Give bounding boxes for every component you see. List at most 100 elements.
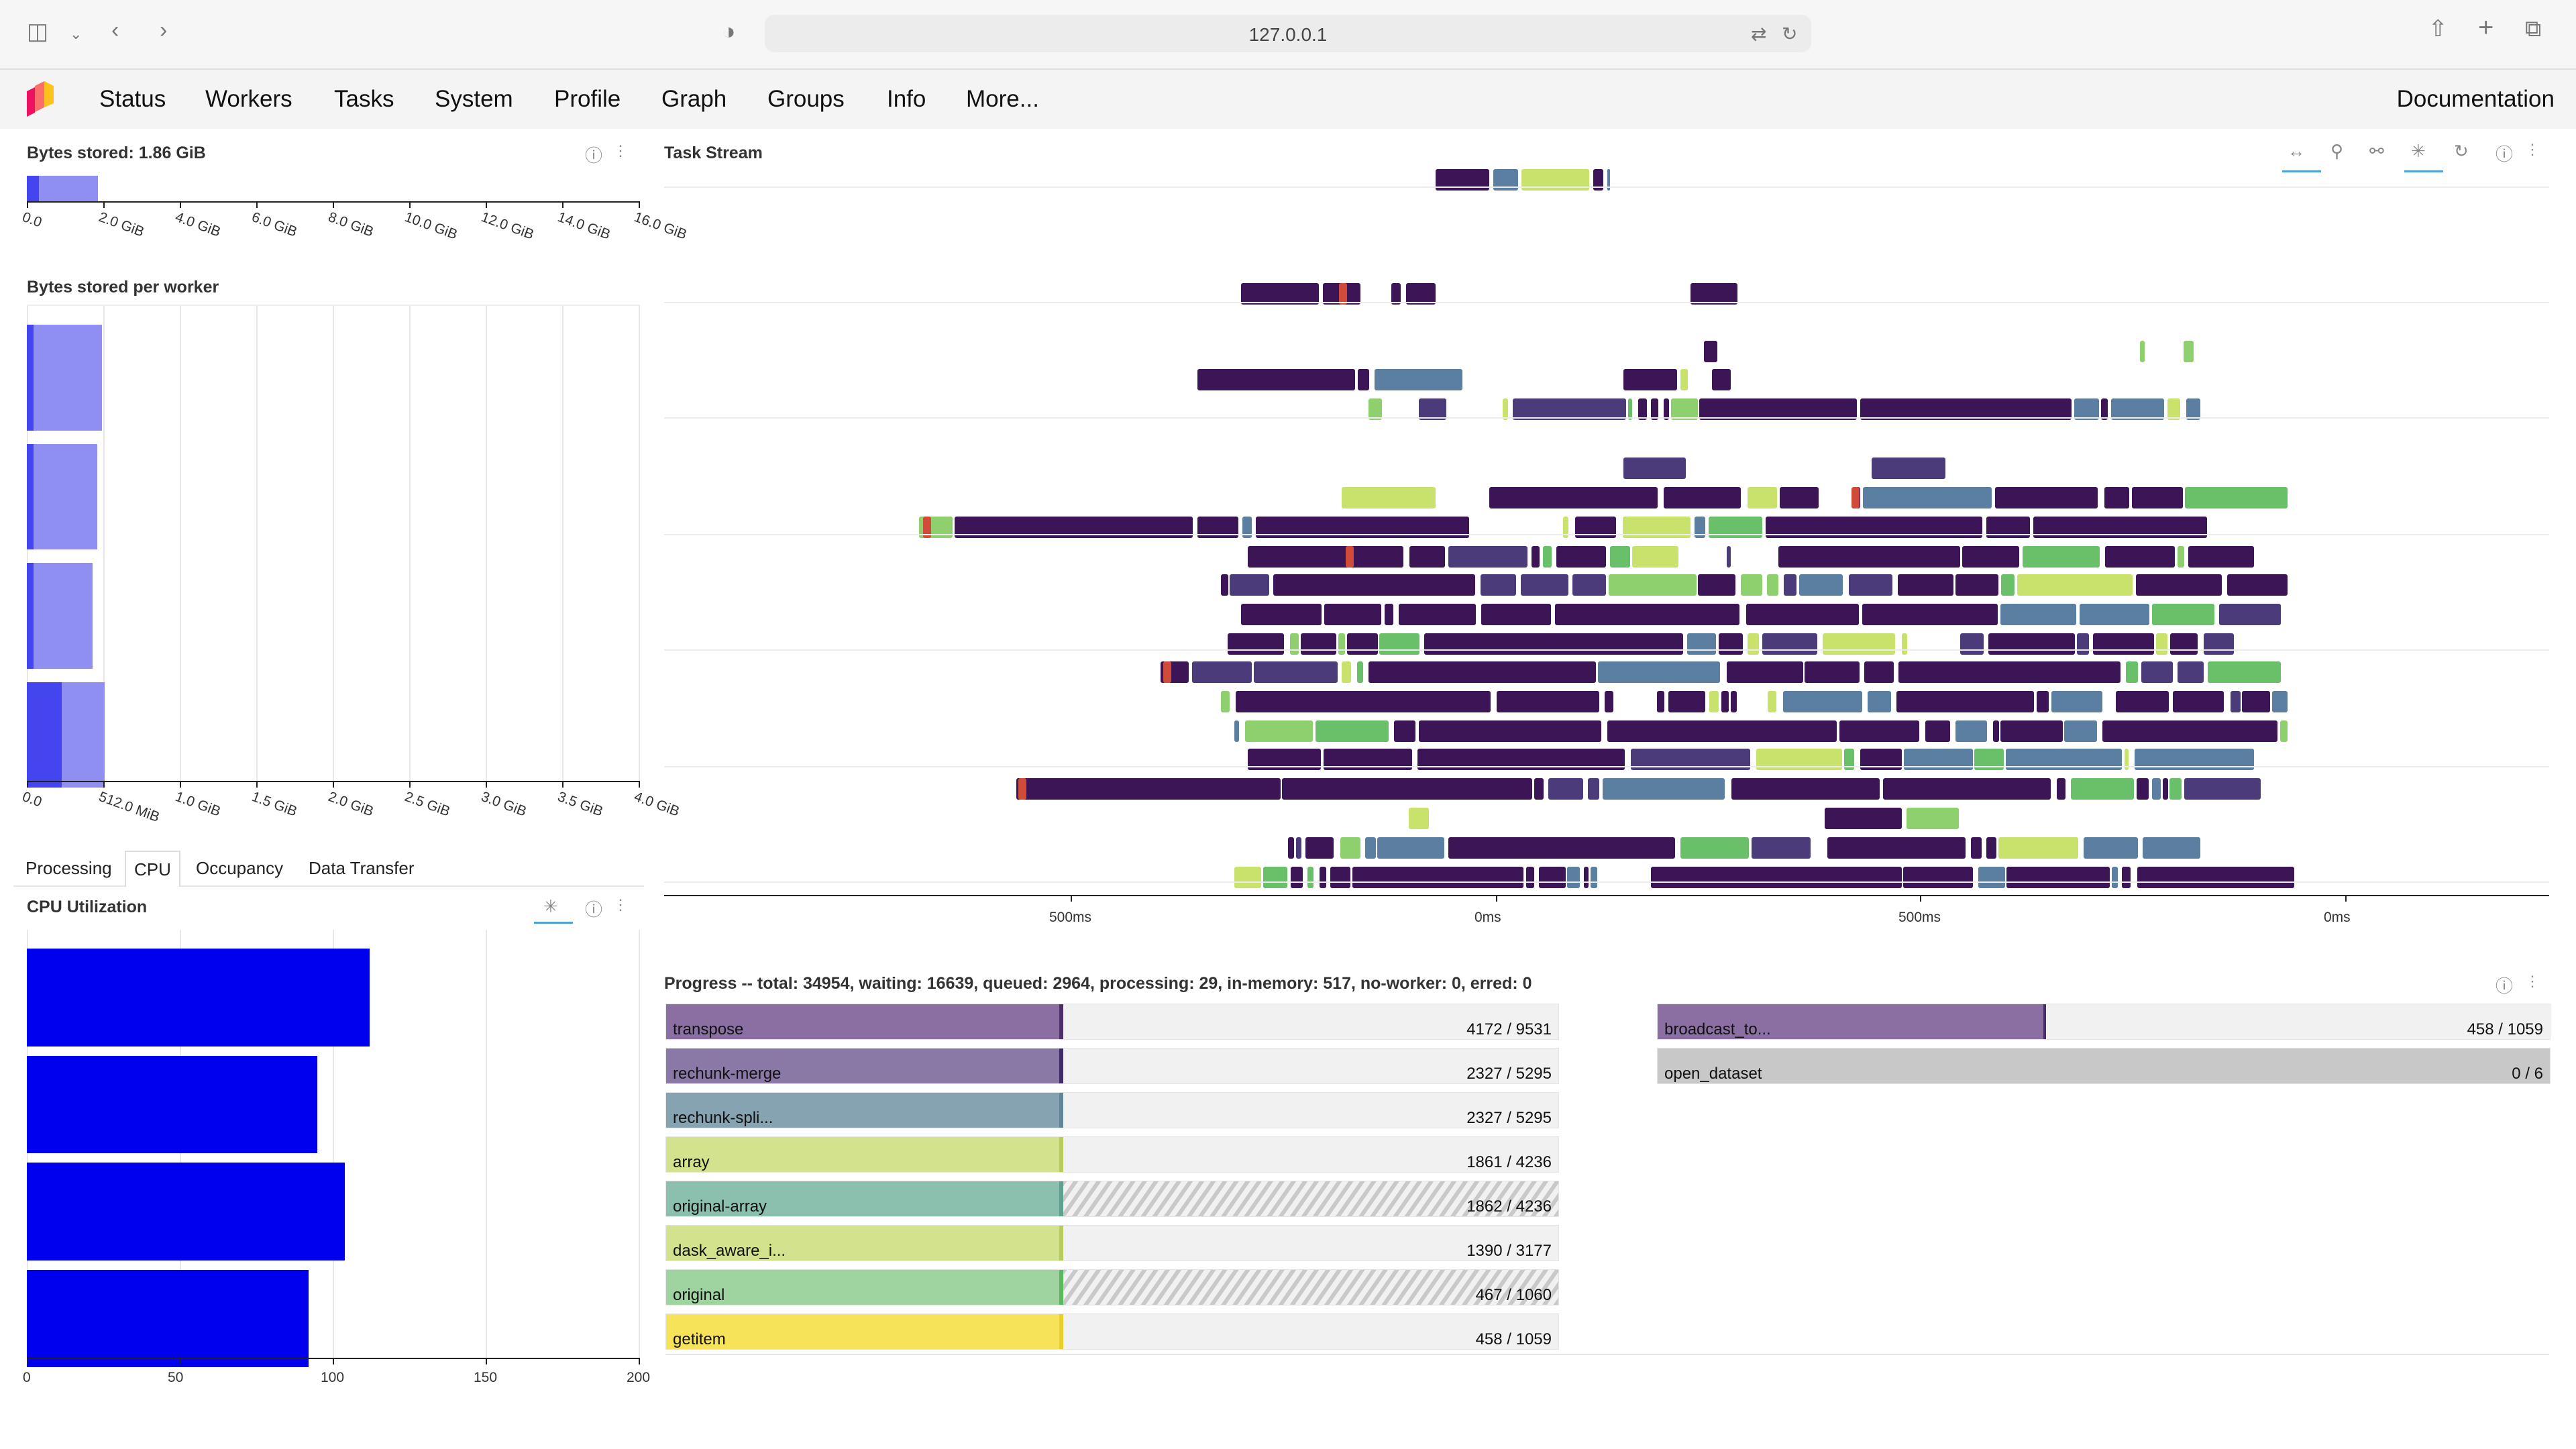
task-bar[interactable] — [1393, 720, 1415, 742]
task-bar[interactable] — [1496, 691, 1599, 712]
task-bar[interactable] — [1197, 369, 1356, 390]
task-bar[interactable] — [1409, 808, 1429, 829]
progress-row-dask-aware-i---[interactable]: dask_aware_i... 1390 / 3177 — [665, 1225, 1559, 1261]
task-bar[interactable] — [1748, 633, 1760, 655]
task-bar-transfer[interactable] — [1851, 487, 1860, 508]
progress-row-rechunk-spli---[interactable]: rechunk-spli... 2327 / 5295 — [665, 1092, 1559, 1128]
task-bar[interactable] — [1698, 574, 1736, 596]
task-bar[interactable] — [2017, 574, 2133, 596]
help-icon[interactable]: ⓘ — [2496, 973, 2513, 998]
task-bar[interactable] — [1863, 487, 1992, 508]
worker-managed-bar[interactable] — [27, 563, 34, 669]
task-bar[interactable] — [1605, 691, 1613, 712]
nav-info[interactable]: Info — [887, 86, 926, 113]
help-icon[interactable]: ⓘ — [585, 142, 602, 167]
nav-documentation[interactable]: Documentation — [2397, 86, 2555, 113]
activate-tool-icon[interactable]: ✳ — [2411, 141, 2426, 162]
task-bar[interactable] — [1955, 574, 1998, 596]
task-bar[interactable] — [1301, 633, 1336, 655]
task-bar[interactable] — [1623, 458, 1686, 479]
task-bar[interactable] — [1731, 778, 1880, 800]
task-bar[interactable] — [2172, 691, 2224, 712]
task-bar[interactable] — [1712, 369, 1731, 390]
sidebar-toggle-icon[interactable]: ◫ — [27, 20, 48, 43]
task-bar[interactable] — [1623, 369, 1677, 390]
task-bar[interactable] — [2218, 604, 2281, 625]
task-bar[interactable] — [1330, 867, 1351, 888]
task-bar[interactable] — [2142, 837, 2200, 859]
task-bar[interactable] — [1799, 574, 1843, 596]
task-bar[interactable] — [2272, 691, 2288, 712]
task-bar[interactable] — [1607, 720, 1837, 742]
task-bar[interactable] — [1489, 487, 1658, 508]
task-bar[interactable] — [2178, 546, 2184, 568]
task-bar[interactable] — [1221, 691, 1230, 712]
task-bar[interactable] — [1597, 661, 1721, 683]
back-icon[interactable]: ‹ — [111, 19, 119, 42]
task-bar[interactable] — [1727, 661, 1803, 683]
task-bar[interactable] — [1896, 691, 2034, 712]
worker-memory-bar[interactable] — [27, 443, 97, 549]
help-icon[interactable]: ⓘ — [2496, 141, 2513, 166]
activate-tool-icon[interactable]: ✳ — [543, 896, 558, 917]
task-bar[interactable] — [2056, 778, 2065, 800]
task-bar[interactable] — [1341, 661, 1351, 683]
task-bar[interactable] — [2111, 867, 2118, 888]
task-bar[interactable] — [1993, 720, 2000, 742]
task-bar[interactable] — [1668, 691, 1706, 712]
task-bar[interactable] — [1925, 720, 1950, 742]
task-bar[interactable] — [1377, 837, 1445, 859]
task-bar[interactable] — [1898, 661, 2121, 683]
task-bar[interactable] — [1191, 661, 1252, 683]
task-bar[interactable] — [1273, 574, 1476, 596]
nav-workers[interactable]: Workers — [205, 86, 292, 113]
task-bar[interactable] — [1680, 837, 1750, 859]
task-bar[interactable] — [1768, 691, 1777, 712]
worker-managed-bar[interactable] — [27, 682, 62, 788]
task-bar[interactable] — [1254, 661, 1338, 683]
task-bar[interactable] — [2141, 661, 2173, 683]
task-bar[interactable] — [2226, 574, 2288, 596]
task-bar[interactable] — [1663, 487, 1741, 508]
drag-handle-icon[interactable]: ⋮ — [613, 896, 628, 914]
worker-memory-bar[interactable] — [27, 563, 93, 669]
task-bar[interactable] — [1525, 867, 1534, 888]
task-bar[interactable] — [1248, 546, 1404, 568]
task-bar[interactable] — [2116, 691, 2169, 712]
task-bar[interactable] — [2241, 691, 2271, 712]
zoom-tool-icon[interactable]: ⚲ — [2330, 141, 2343, 162]
task-bar[interactable] — [1234, 867, 1261, 888]
task-bar[interactable] — [1419, 720, 1601, 742]
task-bar[interactable] — [2203, 633, 2234, 655]
drag-handle-icon[interactable]: ⋮ — [2525, 973, 2540, 990]
task-bar-transfer[interactable] — [1346, 546, 1354, 568]
task-bar[interactable] — [1970, 837, 1982, 859]
task-bar[interactable] — [1291, 867, 1303, 888]
task-bar[interactable] — [2140, 341, 2145, 362]
progress-row-array[interactable]: array 1861 / 4236 — [665, 1136, 1559, 1173]
task-bar[interactable] — [1168, 661, 1189, 683]
task-bar[interactable] — [1778, 546, 1961, 568]
task-bar[interactable] — [1867, 691, 1892, 712]
task-bar[interactable] — [2184, 341, 2194, 362]
task-bar[interactable] — [1352, 867, 1524, 888]
task-bar[interactable] — [1955, 720, 1987, 742]
task-bar[interactable] — [1962, 546, 2019, 568]
bytes-stored-bar-dark[interactable] — [27, 176, 39, 201]
task-bar[interactable] — [1245, 720, 1313, 742]
worker-memory-bar[interactable] — [27, 325, 102, 431]
task-bar[interactable] — [1748, 487, 1778, 508]
task-bar[interactable] — [2230, 691, 2241, 712]
help-icon[interactable]: ⓘ — [585, 896, 602, 921]
task-bar[interactable] — [2152, 604, 2215, 625]
task-bar[interactable] — [1241, 604, 1322, 625]
task-bar[interactable] — [1727, 546, 1731, 568]
cpu-bar[interactable] — [27, 1163, 345, 1260]
task-bar[interactable] — [1290, 633, 1299, 655]
task-bar[interactable] — [1603, 778, 1725, 800]
task-bar-transfer[interactable] — [1018, 778, 1026, 800]
task-bar[interactable] — [1358, 369, 1369, 390]
task-bar[interactable] — [1534, 778, 1544, 800]
nav-groups[interactable]: Groups — [767, 86, 845, 113]
task-bar[interactable] — [2125, 661, 2138, 683]
